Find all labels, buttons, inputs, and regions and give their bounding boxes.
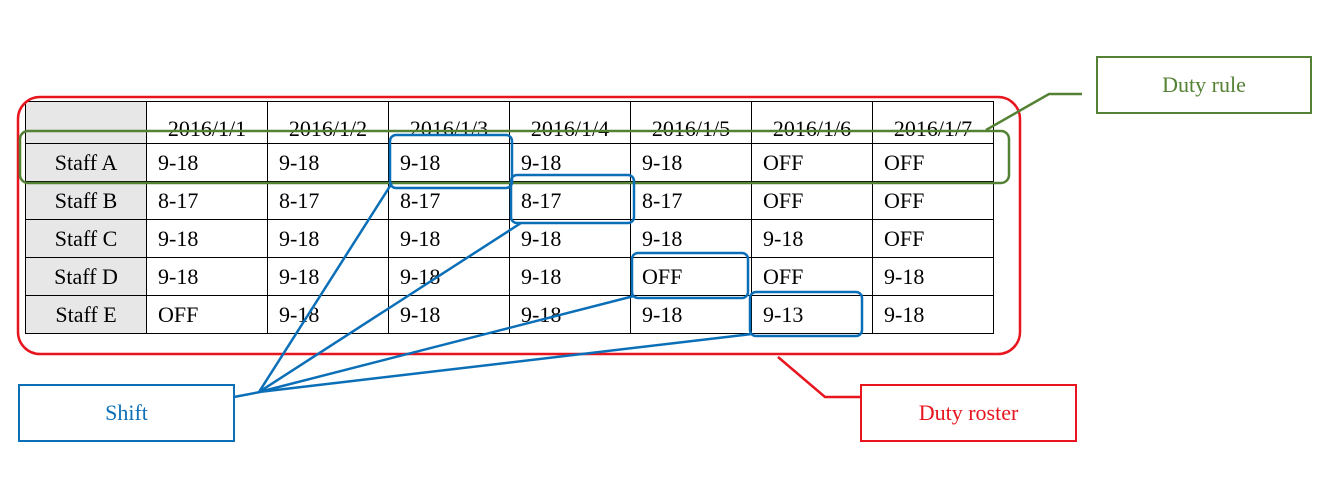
shift-cell: 9-18 (267, 257, 389, 296)
shift-cell: 9-13 (751, 295, 873, 334)
date-header: 2016/1/5 (630, 101, 752, 144)
staff-name: Staff B (25, 181, 147, 220)
corner-cell (25, 101, 147, 144)
date-header: 2016/1/4 (509, 101, 631, 144)
shift-cell: 9-18 (267, 219, 389, 258)
shift-cell: 9-18 (509, 143, 631, 182)
shift-cell: 9-18 (267, 295, 389, 334)
shift-label: Shift (18, 384, 235, 442)
shift-cell: 9-18 (146, 257, 268, 296)
shift-cell: 8-17 (509, 181, 631, 220)
date-header: 2016/1/3 (388, 101, 510, 144)
shift-cell: 9-18 (872, 257, 994, 296)
duty-roster-label: Duty roster (860, 384, 1077, 442)
shift-cell: OFF (872, 181, 994, 220)
shift-cell: 9-18 (509, 219, 631, 258)
shift-cell: OFF (751, 257, 873, 296)
duty-rule-connector (985, 92, 1082, 132)
shift-cell: 8-17 (267, 181, 389, 220)
staff-row: Staff C 9-18 9-18 9-18 9-18 9-18 9-18 OF… (25, 219, 994, 258)
shift-cell: 8-17 (630, 181, 752, 220)
shift-label-text: Shift (105, 400, 148, 425)
shift-connector-line (258, 332, 753, 394)
shift-cell: 9-18 (509, 295, 631, 334)
staff-name: Staff C (25, 219, 147, 258)
staff-row: Staff E OFF 9-18 9-18 9-18 9-18 9-13 9-1… (25, 295, 994, 334)
shift-cell: OFF (146, 295, 268, 334)
shift-cell: 9-18 (872, 295, 994, 334)
staff-row: Staff A 9-18 9-18 9-18 9-18 9-18 OFF OFF (25, 143, 994, 182)
shift-cell: OFF (872, 219, 994, 258)
shift-cell: 9-18 (388, 219, 510, 258)
duty-rule-label-text: Duty rule (1162, 72, 1246, 97)
duty-roster-table: 2016/1/1 2016/1/2 2016/1/3 2016/1/4 2016… (25, 101, 994, 334)
shift-cell: 9-18 (630, 219, 752, 258)
date-header: 2016/1/6 (751, 101, 873, 144)
shift-cell: OFF (751, 181, 873, 220)
shift-cell: 8-17 (146, 181, 268, 220)
staff-name: Staff E (25, 295, 147, 334)
shift-cell: 9-18 (267, 143, 389, 182)
date-header: 2016/1/7 (872, 101, 994, 144)
shift-cell: OFF (751, 143, 873, 182)
shift-cell: 9-18 (751, 219, 873, 258)
duty-roster-connector (777, 356, 860, 399)
shift-cell: 9-18 (388, 143, 510, 182)
shift-cell: OFF (630, 257, 752, 296)
shift-cell: 9-18 (630, 295, 752, 334)
shift-cell: OFF (872, 143, 994, 182)
staff-name: Staff A (25, 143, 147, 182)
staff-row: Staff B 8-17 8-17 8-17 8-17 8-17 OFF OFF (25, 181, 994, 220)
duty-rule-label: Duty rule (1096, 56, 1312, 114)
date-header-row: 2016/1/1 2016/1/2 2016/1/3 2016/1/4 2016… (25, 101, 994, 144)
shift-cell: 8-17 (388, 181, 510, 220)
staff-row: Staff D 9-18 9-18 9-18 9-18 OFF OFF 9-18 (25, 257, 994, 296)
staff-name: Staff D (25, 257, 147, 296)
shift-cell: 9-18 (146, 219, 268, 258)
shift-cell: 9-18 (146, 143, 268, 182)
shift-connector-line (233, 390, 261, 399)
shift-cell: 9-18 (388, 257, 510, 296)
date-header: 2016/1/1 (146, 101, 268, 144)
shift-cell: 9-18 (388, 295, 510, 334)
shift-cell: 9-18 (630, 143, 752, 182)
shift-cell: 9-18 (509, 257, 631, 296)
date-header: 2016/1/2 (267, 101, 389, 144)
duty-roster-label-text: Duty roster (918, 400, 1019, 425)
